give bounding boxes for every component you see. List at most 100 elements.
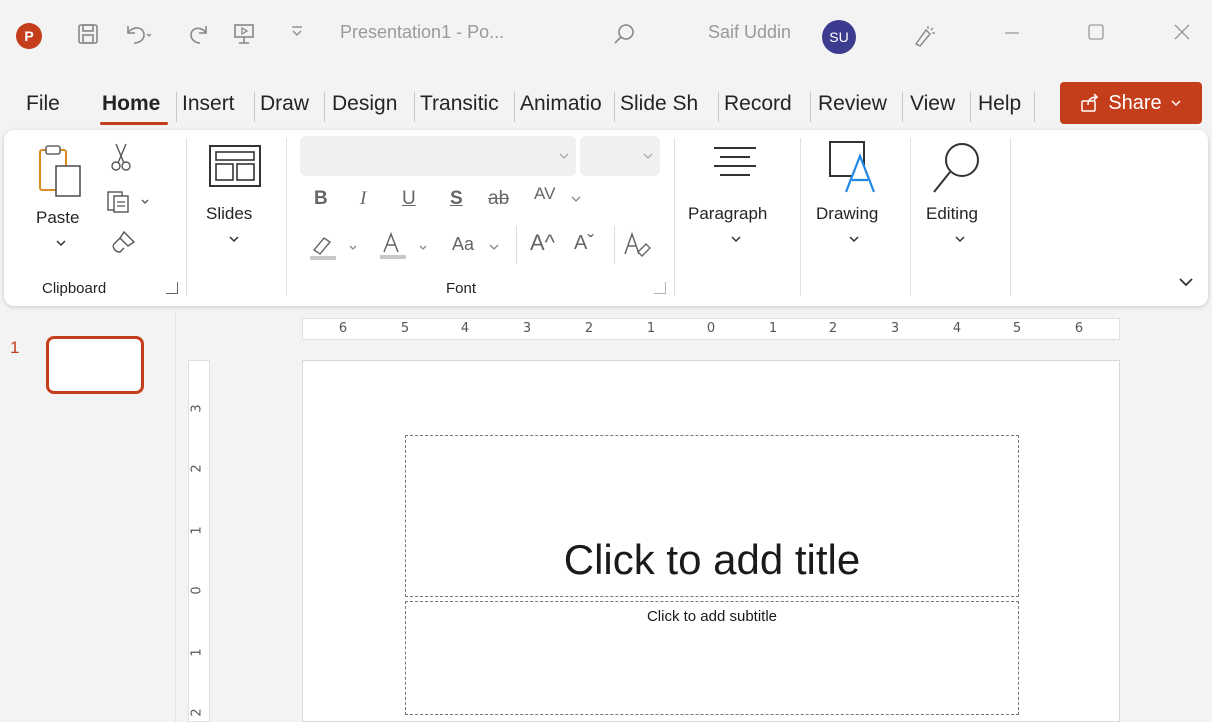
tab-draw[interactable]: Draw [260, 92, 309, 116]
title-placeholder-text: Click to add title [563, 536, 861, 583]
document-title: Presentation1 - Po... [340, 22, 505, 42]
change-case-button[interactable]: Aa [452, 234, 474, 255]
tab-record[interactable]: Record [724, 92, 792, 116]
italic-button[interactable]: I [360, 188, 366, 210]
vertical-ruler: 3 2 1 0 1 2 [188, 360, 210, 722]
slide-thumbnail[interactable] [46, 336, 144, 394]
font-color-button[interactable] [378, 230, 432, 267]
ribbon-home: Paste Clipboard Slides B I U S ab AV Aa … [4, 130, 1208, 306]
slides-label: Slides [206, 204, 253, 223]
tab-review[interactable]: Review [818, 92, 887, 116]
tab-slide-show[interactable]: Slide Sh [620, 92, 718, 116]
maximize-icon[interactable] [1086, 22, 1106, 42]
search-icon[interactable] [612, 22, 636, 46]
chevron-down-icon [1171, 100, 1181, 107]
font-size-dropdown[interactable] [580, 136, 660, 176]
clipboard-launcher-icon[interactable] [166, 282, 178, 294]
slide-layout-icon [209, 145, 261, 187]
group-separator [1010, 138, 1011, 296]
ribbon-tabs: File Home Insert Draw Design Transitic A… [0, 82, 1212, 126]
slide-canvas[interactable]: Click to add title Click to add subtitle [302, 360, 1120, 722]
font-launcher-icon[interactable] [654, 282, 666, 294]
subtitle-placeholder[interactable]: Click to add subtitle [405, 601, 1019, 715]
tab-animations[interactable]: Animatio [520, 92, 612, 116]
text-shadow-button[interactable]: S [450, 188, 463, 210]
minimize-icon[interactable] [1002, 22, 1022, 42]
tab-separator [514, 92, 515, 122]
share-button[interactable]: Share [1060, 82, 1202, 124]
chevron-down-icon[interactable] [55, 238, 67, 248]
save-icon[interactable] [76, 22, 100, 46]
tab-home[interactable]: Home [102, 92, 160, 116]
character-spacing-button[interactable]: AV [534, 184, 555, 204]
bold-button[interactable]: B [314, 188, 328, 210]
slides-button[interactable] [208, 144, 262, 193]
collapse-ribbon-icon[interactable] [1178, 276, 1194, 288]
strikethrough-button[interactable]: ab [488, 188, 509, 210]
ruler-tick-label: 3 [522, 321, 532, 336]
scissors-icon [111, 143, 131, 171]
ruler-tick-label: 6 [1074, 321, 1084, 336]
cut-button[interactable] [110, 142, 132, 177]
increase-font-size-button[interactable]: A^ [530, 230, 555, 256]
font-family-dropdown[interactable] [300, 136, 576, 176]
chevron-down-icon[interactable] [488, 242, 500, 252]
customize-icon[interactable] [290, 24, 304, 38]
ruler-tick-label: 1 [646, 321, 656, 336]
tab-separator [902, 92, 903, 122]
find-icon [933, 143, 979, 193]
chevron-down-icon[interactable] [228, 234, 240, 244]
decrease-font-size-button[interactable]: Aˇ [574, 232, 594, 255]
ruler-tick-label: 2 [584, 321, 594, 336]
tab-view[interactable]: View [910, 92, 955, 116]
tab-design[interactable]: Design [332, 92, 397, 116]
tab-transitions[interactable]: Transitic [420, 92, 512, 116]
group-separator [910, 138, 911, 296]
ruler-tick-label: 4 [952, 321, 962, 336]
chevron-down-icon[interactable] [730, 234, 742, 244]
editing-button[interactable] [930, 140, 984, 199]
ruler-tick-label: 3 [189, 404, 205, 413]
ruler-tick-label: 4 [460, 321, 470, 336]
align-center-icon [714, 147, 756, 176]
group-separator [800, 138, 801, 296]
clear-formatting-button[interactable] [622, 230, 652, 265]
tab-insert[interactable]: Insert [182, 92, 235, 116]
chevron-down-icon[interactable] [570, 194, 582, 204]
paste-label: Paste [36, 208, 80, 227]
drawing-label: Drawing [816, 204, 879, 223]
clipboard-group-label: Clipboard [42, 280, 107, 297]
ideas-icon[interactable] [912, 22, 938, 48]
chevron-down-icon[interactable] [954, 234, 966, 244]
close-icon[interactable] [1172, 22, 1192, 42]
slide-number: 1 [10, 338, 20, 357]
highlighter-icon [310, 237, 357, 260]
tab-file[interactable]: File [26, 92, 60, 116]
tab-separator [176, 92, 177, 122]
undo-icon[interactable] [122, 22, 152, 46]
shapes-icon [829, 141, 876, 193]
format-painter-button[interactable] [110, 230, 136, 261]
avatar[interactable]: SU [822, 20, 856, 54]
clipboard-icon [39, 145, 81, 197]
paragraph-label: Paragraph [688, 204, 768, 223]
ruler-tick-label: 1 [189, 648, 205, 657]
copy-button[interactable] [106, 190, 150, 219]
ruler-tick-label: 5 [1012, 321, 1022, 336]
present-icon[interactable] [232, 22, 256, 46]
paragraph-button[interactable] [710, 144, 760, 189]
title-placeholder[interactable]: Click to add title [405, 435, 1019, 597]
chevron-down-icon [643, 153, 653, 159]
redo-icon[interactable] [188, 22, 212, 46]
ruler-tick-label: 1 [768, 321, 778, 336]
editing-label: Editing [926, 204, 978, 223]
ruler-tick-label: 3 [890, 321, 900, 336]
chevron-down-icon[interactable] [848, 234, 860, 244]
highlight-color-button[interactable] [310, 232, 364, 267]
tab-separator [324, 92, 325, 122]
underline-button[interactable]: U [402, 188, 416, 210]
paste-button[interactable] [36, 144, 88, 203]
drawing-button[interactable] [826, 138, 882, 199]
clear-formatting-icon [624, 231, 651, 257]
tab-help[interactable]: Help [978, 92, 1021, 116]
